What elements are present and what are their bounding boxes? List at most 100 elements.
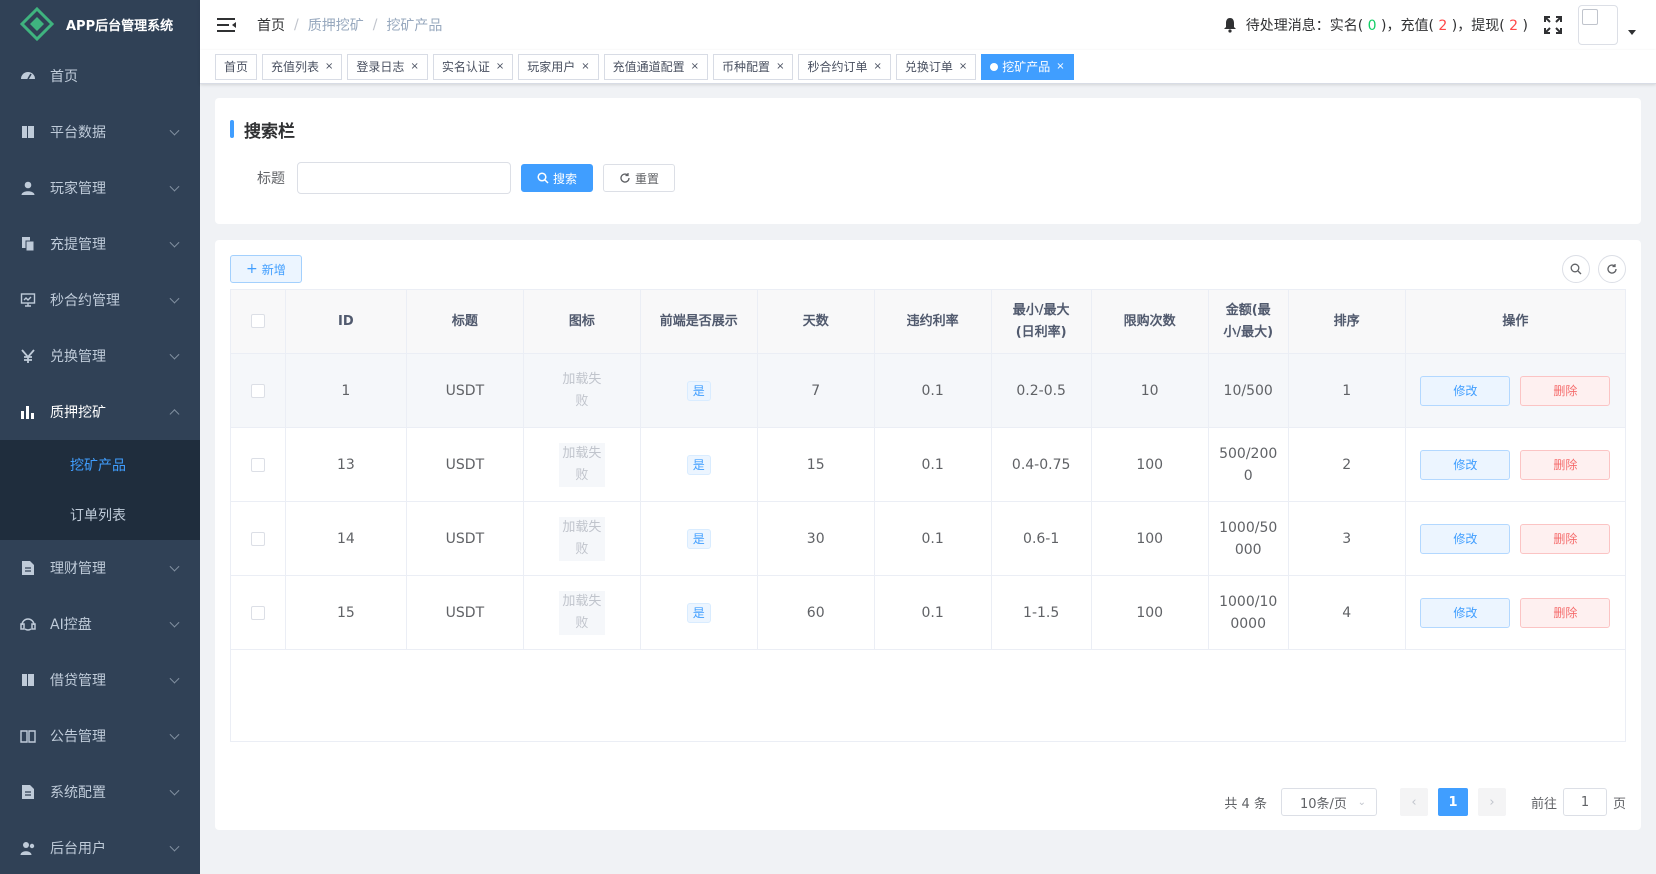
caret-down-icon[interactable] (1628, 29, 1636, 35)
product-table: ID 标题 图标 前端是否展示 天数 违约利率 最小/最大(日利率) 限购次数 … (230, 289, 1627, 650)
tag-item[interactable]: 挖矿产品 × (981, 53, 1074, 80)
image-error: 加载失败 (558, 368, 605, 413)
tag-label: 登录日志 (356, 59, 405, 74)
row-checkbox[interactable] (250, 457, 265, 472)
close-icon[interactable]: × (410, 55, 418, 79)
tag-item[interactable]: 登录日志 × (347, 53, 428, 80)
delete-button[interactable]: 删除 (1520, 375, 1611, 406)
show-badge: 是 (686, 602, 711, 623)
table-row: 14 USDT 加载失败 是 30 0.1 0.6-1 100 1000/50000 3 修改 删除 (230, 501, 1627, 576)
tag-item[interactable]: 充值列表 × (262, 53, 343, 80)
table-card: + 新增 ID 标题 图标 前端是否展示 天数 违约利率 最小/最大(日利率) … (215, 240, 1641, 830)
tag-label: 充值通道配置 (612, 59, 685, 74)
tag-item[interactable]: 首页 (215, 53, 258, 80)
tag-item[interactable]: 币种配置 × (713, 53, 794, 80)
close-icon[interactable]: × (1056, 55, 1064, 79)
sidebar-item[interactable]: AI控盘 (0, 596, 200, 652)
sidebar-item-label: 系统配置 (50, 785, 106, 801)
cell-sort: 1 (1287, 353, 1406, 428)
sidebar-item[interactable]: 借贷管理 (0, 652, 200, 708)
sidebar-item[interactable]: 充提管理 (0, 216, 200, 272)
cell-penalty: 0.1 (873, 575, 992, 650)
pagination-total: 共 4 条 (1224, 796, 1267, 812)
pending-notice[interactable]: 待处理消息：实名( 0 )，充值( 2 )，提现( 2 ) (1246, 15, 1528, 35)
navbar: 首页 / 质押挖矿 / 挖矿产品 待处理消息：实名( 0 )，充值( 2 )，提… (200, 0, 1656, 50)
reset-button[interactable]: 重置 (603, 164, 676, 192)
bell-icon[interactable] (1222, 17, 1238, 33)
row-checkbox[interactable] (250, 531, 265, 546)
delete-button[interactable]: 删除 (1520, 449, 1611, 480)
edit-button[interactable]: 修改 (1420, 449, 1511, 480)
col-header: 金额(最小/最大) (1207, 289, 1289, 354)
submenu-item[interactable]: 挖矿产品 (0, 440, 200, 490)
monitor-icon (20, 292, 36, 308)
fullscreen-icon[interactable] (1544, 16, 1562, 34)
search-card: 搜索栏 标题 搜索 重置 (215, 98, 1641, 224)
search-title: 搜索栏 (230, 116, 1626, 142)
robot-icon (20, 616, 36, 632)
delete-button[interactable]: 删除 (1520, 523, 1611, 554)
close-icon[interactable]: × (325, 55, 333, 79)
sidebar-item[interactable]: 兑换管理 (0, 328, 200, 384)
tag-item[interactable]: 兑换订单 × (895, 53, 977, 80)
sidebar-item[interactable]: 质押挖矿 (0, 384, 200, 440)
sidebar-item[interactable]: 秒合约管理 (0, 272, 200, 328)
refresh-button[interactable] (1598, 255, 1626, 283)
avatar[interactable] (1578, 5, 1618, 45)
delete-button[interactable]: 删除 (1520, 597, 1611, 628)
toggle-search-button[interactable] (1562, 255, 1590, 283)
sidebar-item-label: 充提管理 (50, 237, 106, 253)
search-icon (537, 172, 549, 184)
close-icon[interactable]: × (776, 55, 784, 79)
cell-title: USDT (405, 575, 524, 650)
breadcrumb-home[interactable]: 首页 (257, 15, 285, 35)
row-checkbox[interactable] (250, 383, 265, 398)
chevron-down-icon (169, 617, 180, 628)
sidebar-item[interactable]: 系统配置 (0, 764, 200, 820)
next-page-button[interactable]: › (1477, 788, 1506, 816)
sidebar-item[interactable]: 理财管理 (0, 540, 200, 596)
add-button[interactable]: + 新增 (230, 255, 302, 283)
cell-limit: 10 (1090, 353, 1209, 428)
goto-label: 前往 (1530, 796, 1557, 812)
tag-item[interactable]: 充值通道配置 × (603, 53, 709, 80)
sidebar-item[interactable]: 公告管理 (0, 708, 200, 764)
sidebar-item[interactable]: 平台数据 (0, 104, 200, 160)
sidebar-item[interactable]: 玩家管理 (0, 160, 200, 216)
close-icon[interactable]: × (581, 55, 589, 79)
edit-button[interactable]: 修改 (1420, 597, 1511, 628)
tag-item[interactable]: 玩家用户 × (518, 53, 599, 80)
tag-item[interactable]: 秒合约订单 × (798, 53, 891, 80)
close-icon[interactable]: × (691, 55, 699, 79)
page-size-select[interactable]: 10条/页 ⌄ (1280, 788, 1377, 816)
edit-button[interactable]: 修改 (1420, 375, 1511, 406)
sidebar-item[interactable]: 首页 (0, 48, 200, 104)
cell-title: USDT (405, 501, 524, 576)
select-all-checkbox[interactable] (250, 314, 265, 328)
chevron-down-icon (169, 561, 180, 572)
edit-button[interactable]: 修改 (1420, 523, 1511, 554)
submenu-item[interactable]: 订单列表 (0, 490, 200, 540)
hamburger-icon[interactable] (217, 17, 237, 33)
tag-label: 挖矿产品 (1002, 59, 1051, 74)
chevron-down-icon (169, 349, 180, 360)
tag-item[interactable]: 实名认证 × (432, 53, 514, 80)
col-header: 前端是否展示 (639, 289, 758, 354)
title-input[interactable] (297, 162, 511, 194)
logo[interactable]: APP后台管理系统 (0, 0, 200, 48)
prev-page-button[interactable]: ‹ (1399, 788, 1428, 816)
sidebar-item-label: 质押挖矿 (50, 405, 106, 421)
close-icon[interactable]: × (873, 55, 881, 79)
cell-days: 60 (756, 575, 875, 650)
close-icon[interactable]: × (496, 55, 504, 79)
submenu-mining: 挖矿产品 订单列表 (0, 440, 200, 540)
sidebar-item[interactable]: 后台用户 (0, 820, 200, 874)
bar-chart-icon (20, 404, 36, 420)
goto-input[interactable]: 1 (1562, 788, 1607, 816)
row-checkbox[interactable] (250, 605, 265, 620)
chevron-down-icon (169, 181, 180, 192)
sidebar-item-label: 借贷管理 (50, 673, 106, 689)
page-number[interactable]: 1 (1437, 788, 1468, 816)
close-icon[interactable]: × (959, 55, 967, 79)
search-button[interactable]: 搜索 (521, 164, 594, 192)
